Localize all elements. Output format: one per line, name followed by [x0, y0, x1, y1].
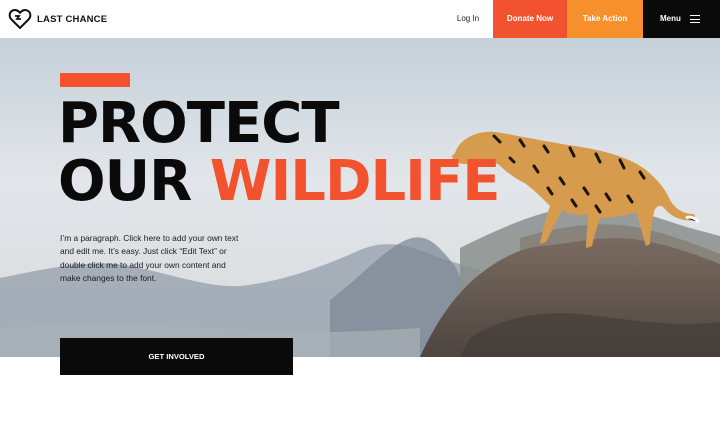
site-header: LAST CHANCE Log In Donate Now Take Actio…	[0, 0, 720, 38]
get-involved-button[interactable]: GET INVOLVED	[60, 338, 293, 375]
hero-section: PROTECT OUR WILDLIFE I’m a paragraph. Cl…	[0, 38, 720, 357]
login-link[interactable]: Log In	[449, 0, 487, 38]
headline-our: OUR	[58, 149, 192, 214]
hamburger-menu-icon	[690, 15, 700, 23]
logo-text: LAST CHANCE	[37, 13, 108, 25]
logo-link[interactable]: LAST CHANCE	[8, 7, 107, 31]
take-action-button[interactable]: Take Action	[567, 0, 643, 38]
headline-line-1: PROTECT	[58, 91, 340, 156]
donate-now-button[interactable]: Donate Now	[493, 0, 567, 38]
accent-bar	[60, 73, 130, 87]
menu-label: Menu	[660, 14, 681, 23]
hero-paragraph: I’m a paragraph. Click here to add your …	[60, 233, 239, 284]
heart-logo-icon	[8, 8, 32, 30]
headline-line-2: OUR WILDLIFE	[58, 153, 501, 211]
hero-headline: PROTECT OUR WILDLIFE	[58, 91, 501, 211]
menu-button[interactable]: Menu	[643, 0, 720, 38]
headline-wildlife: WILDLIFE	[209, 149, 501, 214]
